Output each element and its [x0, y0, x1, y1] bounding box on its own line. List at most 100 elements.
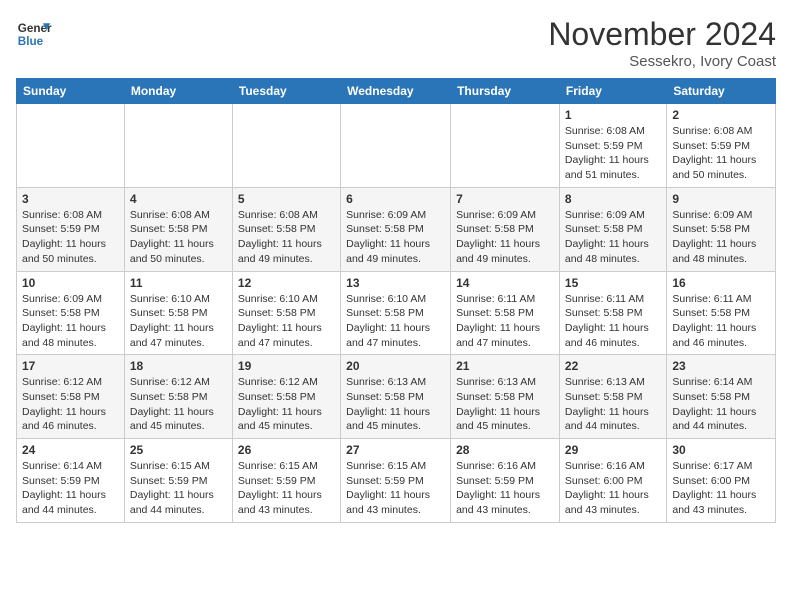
- day-info: Sunrise: 6:14 AMSunset: 5:59 PMDaylight:…: [22, 459, 119, 518]
- calendar-day-cell: 6 Sunrise: 6:09 AMSunset: 5:58 PMDaylight…: [341, 187, 451, 271]
- day-info: Sunrise: 6:08 AMSunset: 5:58 PMDaylight:…: [130, 208, 227, 267]
- day-info: Sunrise: 6:16 AMSunset: 5:59 PMDaylight:…: [456, 459, 554, 518]
- day-number: 24: [22, 443, 119, 457]
- day-number: 21: [456, 359, 554, 373]
- day-info: Sunrise: 6:10 AMSunset: 5:58 PMDaylight:…: [238, 292, 335, 351]
- calendar-day-cell: 29 Sunrise: 6:16 AMSunset: 6:00 PMDayligh…: [559, 439, 666, 523]
- day-info: Sunrise: 6:12 AMSunset: 5:58 PMDaylight:…: [238, 375, 335, 434]
- day-number: 8: [565, 192, 661, 206]
- day-info: Sunrise: 6:09 AMSunset: 5:58 PMDaylight:…: [346, 208, 445, 267]
- calendar-day-cell: 26Sunrise: 6:15 AMSunset: 5:59 PMDayligh…: [232, 439, 340, 523]
- calendar-day-cell: 24 Sunrise: 6:14 AMSunset: 5:59 PMDayligh…: [17, 439, 125, 523]
- day-number: 4: [130, 192, 227, 206]
- calendar-day-cell: [451, 104, 560, 188]
- calendar-day-header: Sunday: [17, 79, 125, 104]
- day-number: 30: [672, 443, 770, 457]
- calendar-day-cell: 18 Sunrise: 6:12 AMSunset: 5:58 PMDayligh…: [124, 355, 232, 439]
- day-number: 25: [130, 443, 227, 457]
- day-info: Sunrise: 6:14 AMSunset: 5:58 PMDaylight:…: [672, 375, 770, 434]
- svg-text:Blue: Blue: [18, 35, 44, 48]
- day-number: 10: [22, 276, 119, 290]
- day-number: 20: [346, 359, 445, 373]
- calendar-day-cell: 12Sunrise: 6:10 AMSunset: 5:58 PMDayligh…: [232, 271, 340, 355]
- calendar-day-cell: 19 Sunrise: 6:12 AMSunset: 5:58 PMDayligh…: [232, 355, 340, 439]
- calendar-day-header: Thursday: [451, 79, 560, 104]
- calendar-day-cell: 30 Sunrise: 6:17 AMSunset: 6:00 PMDayligh…: [667, 439, 776, 523]
- day-number: 5: [238, 192, 335, 206]
- calendar-day-cell: 15Sunrise: 6:11 AMSunset: 5:58 PMDayligh…: [559, 271, 666, 355]
- calendar-day-cell: 1Sunrise: 6:08 AMSunset: 5:59 PMDaylight…: [559, 104, 666, 188]
- day-info: Sunrise: 6:09 AMSunset: 5:58 PMDaylight:…: [22, 292, 119, 351]
- calendar-day-cell: 27Sunrise: 6:15 AMSunset: 5:59 PMDayligh…: [341, 439, 451, 523]
- day-number: 1: [565, 108, 661, 122]
- day-info: Sunrise: 6:12 AMSunset: 5:58 PMDaylight:…: [22, 375, 119, 434]
- calendar-day-cell: [232, 104, 340, 188]
- calendar-week-row: 3Sunrise: 6:08 AMSunset: 5:59 PMDaylight…: [17, 187, 776, 271]
- day-number: 19: [238, 359, 335, 373]
- calendar-day-cell: 13 Sunrise: 6:10 AMSunset: 5:58 PMDayligh…: [341, 271, 451, 355]
- calendar-day-cell: 2 Sunrise: 6:08 AMSunset: 5:59 PMDaylight…: [667, 104, 776, 188]
- day-number: 26: [238, 443, 335, 457]
- calendar-day-cell: 28 Sunrise: 6:16 AMSunset: 5:59 PMDayligh…: [451, 439, 560, 523]
- calendar-day-header: Monday: [124, 79, 232, 104]
- day-number: 6: [346, 192, 445, 206]
- calendar-day-cell: [17, 104, 125, 188]
- calendar-day-header: Wednesday: [341, 79, 451, 104]
- calendar-header-row: SundayMondayTuesdayWednesdayThursdayFrid…: [17, 79, 776, 104]
- day-info: Sunrise: 6:13 AMSunset: 5:58 PMDaylight:…: [346, 375, 445, 434]
- calendar-day-cell: 20 Sunrise: 6:13 AMSunset: 5:58 PMDayligh…: [341, 355, 451, 439]
- calendar-day-cell: 22 Sunrise: 6:13 AMSunset: 5:58 PMDayligh…: [559, 355, 666, 439]
- calendar-day-header: Tuesday: [232, 79, 340, 104]
- calendar-table: SundayMondayTuesdayWednesdayThursdayFrid…: [16, 78, 776, 523]
- calendar-day-cell: 8 Sunrise: 6:09 AMSunset: 5:58 PMDaylight…: [559, 187, 666, 271]
- day-info: Sunrise: 6:13 AMSunset: 5:58 PMDaylight:…: [456, 375, 554, 434]
- calendar-day-cell: 5 Sunrise: 6:08 AMSunset: 5:58 PMDaylight…: [232, 187, 340, 271]
- day-number: 2: [672, 108, 770, 122]
- calendar-day-cell: 23 Sunrise: 6:14 AMSunset: 5:58 PMDayligh…: [667, 355, 776, 439]
- day-number: 14: [456, 276, 554, 290]
- calendar-day-cell: 7 Sunrise: 6:09 AMSunset: 5:58 PMDaylight…: [451, 187, 560, 271]
- calendar-day-cell: 4 Sunrise: 6:08 AMSunset: 5:58 PMDaylight…: [124, 187, 232, 271]
- day-number: 17: [22, 359, 119, 373]
- day-number: 18: [130, 359, 227, 373]
- day-number: 23: [672, 359, 770, 373]
- day-info: Sunrise: 6:17 AMSunset: 6:00 PMDaylight:…: [672, 459, 770, 518]
- calendar-day-cell: [341, 104, 451, 188]
- day-info: Sunrise: 6:15 AMSunset: 5:59 PMDaylight:…: [130, 459, 227, 518]
- calendar-body: 1 Sunrise: 6:08 AMSunset: 5:59 PMDaylight…: [17, 104, 776, 523]
- day-number: 11: [130, 276, 227, 290]
- calendar-day-header: Saturday: [667, 79, 776, 104]
- day-number: 28: [456, 443, 554, 457]
- logo: General Blue: [16, 16, 52, 52]
- calendar-day-cell: 21 Sunrise: 6:13 AMSunset: 5:58 PMDayligh…: [451, 355, 560, 439]
- day-info: Sunrise: 6:11 AMSunset: 5:58 PMDaylight:…: [456, 292, 554, 351]
- day-info: Sunrise: 6:08 AMSunset: 5:58 PMDaylight:…: [238, 208, 335, 267]
- calendar-day-cell: 17 Sunrise: 6:12 AMSunset: 5:58 PMDayligh…: [17, 355, 125, 439]
- day-number: 13: [346, 276, 445, 290]
- day-info: Sunrise: 6:12 AMSunset: 5:58 PMDaylight:…: [130, 375, 227, 434]
- day-number: 9: [672, 192, 770, 206]
- day-number: 7: [456, 192, 554, 206]
- day-number: 3: [22, 192, 119, 206]
- calendar-week-row: 24 Sunrise: 6:14 AMSunset: 5:59 PMDayligh…: [17, 439, 776, 523]
- calendar-day-cell: 9 Sunrise: 6:09 AMSunset: 5:58 PMDaylight…: [667, 187, 776, 271]
- calendar-day-cell: 11Sunrise: 6:10 AMSunset: 5:58 PMDayligh…: [124, 271, 232, 355]
- calendar-day-cell: 25 Sunrise: 6:15 AMSunset: 5:59 PMDayligh…: [124, 439, 232, 523]
- day-info: Sunrise: 6:10 AMSunset: 5:58 PMDaylight:…: [346, 292, 445, 351]
- day-info: Sunrise: 6:11 AMSunset: 5:58 PMDaylight:…: [565, 292, 661, 351]
- calendar-day-header: Friday: [559, 79, 666, 104]
- day-number: 29: [565, 443, 661, 457]
- day-info: Sunrise: 6:09 AMSunset: 5:58 PMDaylight:…: [565, 208, 661, 267]
- calendar-day-cell: 16Sunrise: 6:11 AMSunset: 5:58 PMDayligh…: [667, 271, 776, 355]
- day-number: 27: [346, 443, 445, 457]
- day-info: Sunrise: 6:09 AMSunset: 5:58 PMDaylight:…: [672, 208, 770, 267]
- day-info: Sunrise: 6:13 AMSunset: 5:58 PMDaylight:…: [565, 375, 661, 434]
- day-info: Sunrise: 6:11 AMSunset: 5:58 PMDaylight:…: [672, 292, 770, 351]
- day-info: Sunrise: 6:09 AMSunset: 5:58 PMDaylight:…: [456, 208, 554, 267]
- location-subtitle: Sessekro, Ivory Coast: [548, 53, 776, 70]
- day-info: Sunrise: 6:16 AMSunset: 6:00 PMDaylight:…: [565, 459, 661, 518]
- calendar-day-cell: 3Sunrise: 6:08 AMSunset: 5:59 PMDaylight…: [17, 187, 125, 271]
- month-title: November 2024: [548, 16, 776, 53]
- day-info: Sunrise: 6:08 AMSunset: 5:59 PMDaylight:…: [672, 124, 770, 183]
- day-number: 22: [565, 359, 661, 373]
